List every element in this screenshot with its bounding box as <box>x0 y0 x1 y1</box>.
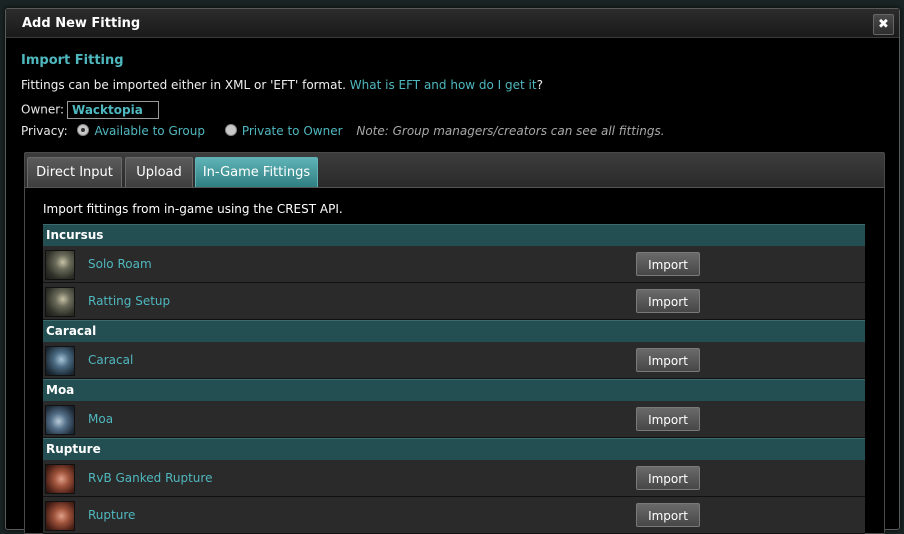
group-header-incursus: Incursus <box>43 224 865 246</box>
incursus-ship-icon <box>45 287 75 317</box>
table-row: Moa Import <box>43 401 865 438</box>
fitting-name[interactable]: Solo Roam <box>88 257 152 271</box>
privacy-owner-label[interactable]: Private to Owner <box>242 124 343 138</box>
import-button[interactable]: Import <box>636 289 700 313</box>
privacy-note: Note: Group managers/creators can see al… <box>356 124 665 138</box>
import-button[interactable]: Import <box>636 503 700 527</box>
moa-ship-icon <box>45 405 75 435</box>
incursus-ship-icon <box>45 250 75 280</box>
in-game-fittings-pane: Import fittings from in-game using the C… <box>25 188 884 534</box>
table-row: Solo Roam Import <box>43 246 865 283</box>
fitting-name[interactable]: Caracal <box>88 353 133 367</box>
table-row: RvB Ganked Rupture Import <box>43 460 865 497</box>
import-description: Fittings can be imported either in XML o… <box>21 78 543 92</box>
group-header-caracal: Caracal <box>43 320 865 342</box>
import-tabs-panel: Direct Input Upload In-Game Fittings Imp… <box>24 152 885 534</box>
rupture-ship-icon <box>45 464 75 494</box>
privacy-label: Privacy: <box>21 124 68 138</box>
privacy-group-radio[interactable] <box>77 124 90 136</box>
fittings-table: Incursus Solo Roam Import Ratting Setup … <box>43 224 865 534</box>
group-header-rupture: Rupture <box>43 438 865 460</box>
crest-intro-text: Import fittings from in-game using the C… <box>43 202 343 216</box>
import-button[interactable]: Import <box>636 252 700 276</box>
table-row: Caracal Import <box>43 342 865 379</box>
tab-in-game-fittings[interactable]: In-Game Fittings <box>195 157 318 187</box>
owner-row: Owner: Wacktopia <box>21 101 160 119</box>
privacy-row: Privacy: Available to Group Private to O… <box>21 124 665 138</box>
owner-field[interactable]: Wacktopia <box>67 101 160 119</box>
table-row: Rupture Import <box>43 497 865 534</box>
eft-help-link[interactable]: What is EFT and how do I get it <box>350 78 537 92</box>
import-button[interactable]: Import <box>636 407 700 431</box>
import-description-suffix: ? <box>536 78 543 92</box>
table-row: Ratting Setup Import <box>43 283 865 320</box>
privacy-group-label[interactable]: Available to Group <box>94 124 205 138</box>
fitting-name[interactable]: RvB Ganked Rupture <box>88 471 212 485</box>
import-description-text: Fittings can be imported either in XML o… <box>21 78 350 92</box>
dialog-titlebar: Add New Fitting ✖ <box>6 9 899 38</box>
rupture-ship-icon <box>45 501 75 531</box>
fitting-name[interactable]: Rupture <box>88 508 135 522</box>
close-icon[interactable]: ✖ <box>873 14 894 35</box>
import-button[interactable]: Import <box>636 466 700 490</box>
import-button[interactable]: Import <box>636 348 700 372</box>
caracal-ship-icon <box>45 346 75 376</box>
owner-label: Owner: <box>21 102 65 117</box>
group-header-moa: Moa <box>43 379 865 401</box>
dialog-title: Add New Fitting <box>22 16 141 31</box>
import-fitting-heading: Import Fitting <box>21 53 124 68</box>
tab-upload[interactable]: Upload <box>125 157 193 187</box>
tab-bar: Direct Input Upload In-Game Fittings <box>25 153 884 188</box>
tab-direct-input[interactable]: Direct Input <box>27 157 122 187</box>
add-fitting-dialog: Add New Fitting ✖ Import Fitting Fitting… <box>5 8 900 534</box>
fitting-name[interactable]: Moa <box>88 412 113 426</box>
privacy-owner-radio[interactable] <box>224 124 237 136</box>
fitting-name[interactable]: Ratting Setup <box>88 294 170 308</box>
